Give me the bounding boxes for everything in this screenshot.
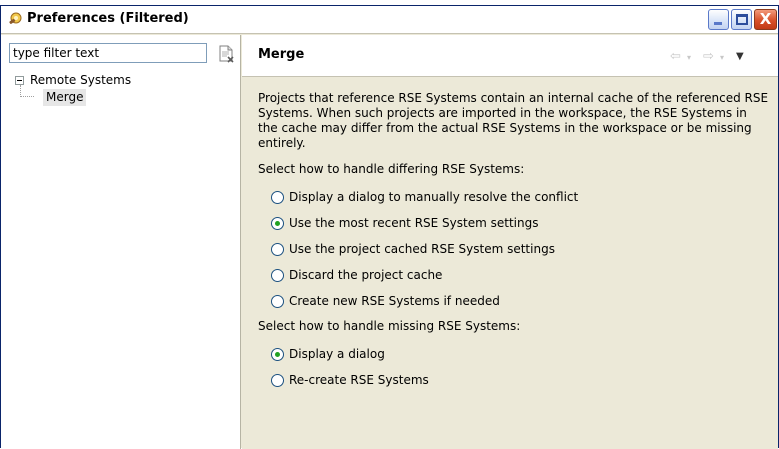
tree-connector [20, 85, 34, 97]
radio-option[interactable]: Use the most recent RSE System settings [258, 210, 770, 236]
tree-item-merge[interactable]: Merge [15, 85, 131, 107]
forward-arrow-icon[interactable]: ⇨ [703, 49, 714, 64]
radio-button[interactable] [271, 347, 284, 361]
radio-option[interactable]: Display a dialog [258, 341, 770, 367]
radio-label: Display a dialog to manually resolve the… [289, 189, 579, 204]
radio-option[interactable]: Discard the project cache [258, 262, 770, 288]
radio-label: Display a dialog [289, 346, 385, 361]
clear-filter-icon[interactable] [217, 45, 235, 63]
maximize-icon [736, 14, 748, 25]
back-dropdown-icon[interactable]: ▾ [687, 53, 691, 62]
radio-button[interactable] [271, 294, 284, 308]
tree-item-label: Merge [43, 89, 87, 106]
radio-button[interactable] [271, 268, 284, 282]
missing-options-group: Display a dialog Re-create RSE Systems [258, 341, 770, 393]
close-button[interactable]: X [754, 9, 777, 30]
minimize-icon [714, 22, 722, 25]
tree-item-label: Remote Systems [30, 73, 132, 87]
maximize-button[interactable] [731, 9, 752, 30]
page-header: Merge ⇦ ▾ ⇨ ▾ ▼ [242, 35, 778, 77]
radio-button[interactable] [271, 190, 284, 204]
back-arrow-icon[interactable]: ⇦ [670, 49, 681, 64]
page-title: Merge [258, 47, 305, 62]
minimize-button[interactable] [708, 9, 729, 30]
radio-option[interactable]: Re-create RSE Systems [258, 367, 770, 393]
radio-option[interactable]: Display a dialog to manually resolve the… [258, 184, 770, 210]
radio-label: Create new RSE Systems if needed [289, 293, 500, 308]
filter-input[interactable] [9, 43, 207, 63]
preference-page: Merge ⇦ ▾ ⇨ ▾ ▼ Projects that reference … [242, 35, 778, 449]
title-bar[interactable]: Preferences (Filtered) X [1, 6, 778, 34]
preferences-window: Preferences (Filtered) X Remote Systems [0, 5, 779, 449]
forward-dropdown-icon[interactable]: ▾ [720, 53, 724, 62]
radio-option[interactable]: Use the project cached RSE System settin… [258, 236, 770, 262]
page-description: Projects that reference RSE Systems cont… [258, 91, 769, 150]
radio-button[interactable] [271, 373, 284, 387]
radio-label: Use the most recent RSE System settings [289, 215, 539, 230]
view-menu-icon[interactable]: ▼ [736, 51, 744, 62]
radio-label: Re-create RSE Systems [289, 372, 429, 387]
close-icon: X [759, 10, 772, 28]
preference-tree-pane: Remote Systems Merge [1, 35, 241, 449]
radio-button[interactable] [271, 242, 284, 256]
radio-label: Discard the project cache [289, 267, 443, 282]
preferences-app-icon [9, 12, 22, 24]
differing-options-group: Display a dialog to manually resolve the… [258, 184, 770, 314]
collapse-icon[interactable] [15, 76, 24, 85]
preference-tree: Remote Systems Merge [15, 71, 131, 107]
missing-group-label: Select how to handle missing RSE Systems… [258, 319, 521, 333]
page-content: Projects that reference RSE Systems cont… [258, 91, 770, 393]
differing-group-label: Select how to handle differing RSE Syste… [258, 162, 525, 176]
radio-button[interactable] [271, 216, 284, 230]
window-title: Preferences (Filtered) [27, 11, 189, 26]
radio-label: Use the project cached RSE System settin… [289, 241, 555, 256]
radio-option[interactable]: Create new RSE Systems if needed [258, 288, 770, 314]
